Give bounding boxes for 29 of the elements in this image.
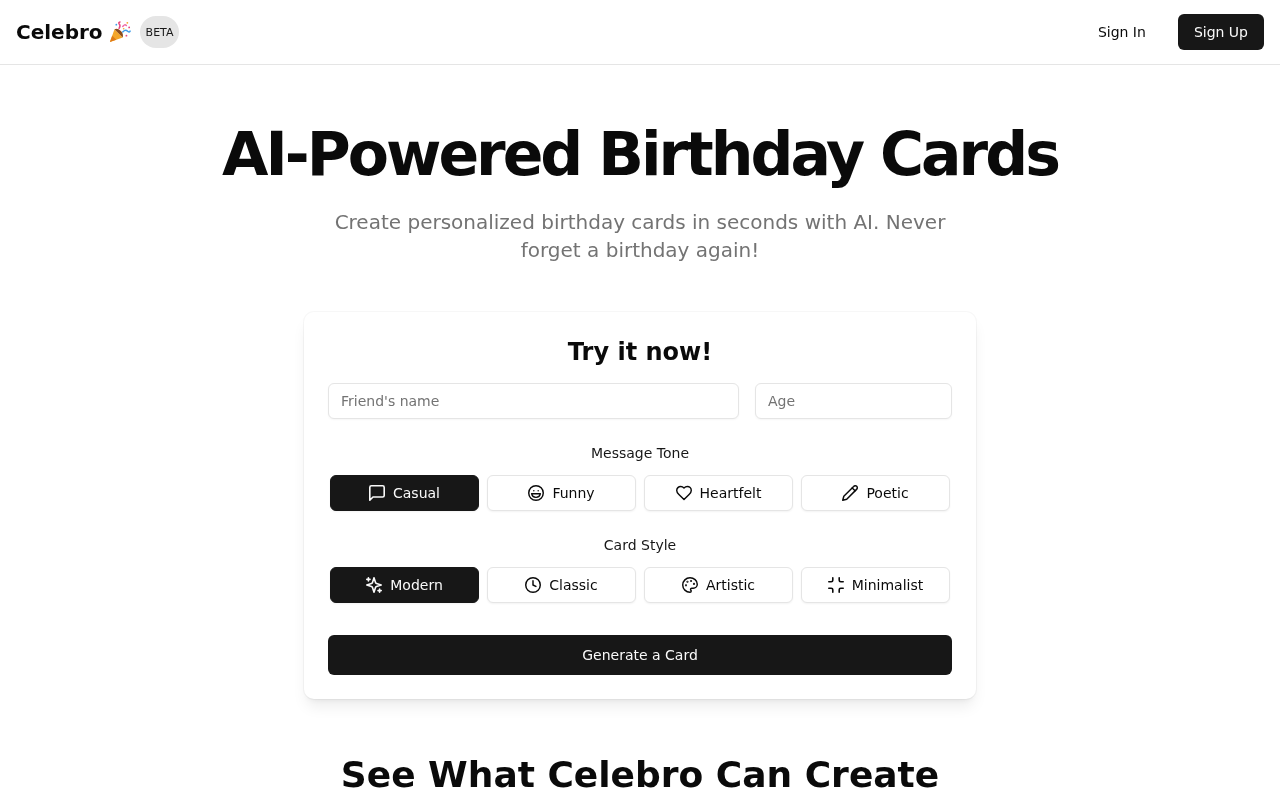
option-button[interactable]: Classic [487,567,636,603]
option-button[interactable]: Artistic [644,567,793,603]
sign-up-button[interactable]: Sign Up [1177,14,1264,50]
style-label: Card Style [602,536,678,555]
speech-bubble-icon [369,485,385,501]
logo-text: Celebro [16,19,103,46]
laughing-face-icon [528,485,545,501]
age-field[interactable]: Age [755,383,952,419]
card-title: Try it now! [566,337,714,368]
sparkles-icon [366,577,383,593]
hero-subtitle: Create personalized birthday cards in seconds with AI. Never forget a birthday again! [333,209,947,264]
heart-icon [675,485,692,501]
option-button[interactable]: Heartfelt [644,475,793,511]
option-button[interactable]: Funny [487,475,636,511]
option-button[interactable]: Minimalist [801,567,950,603]
clock-icon [525,577,542,593]
generate-button[interactable]: Generate a Card [328,635,952,675]
palette-icon [681,577,698,593]
option-button[interactable]: Casual [330,475,479,511]
sign-in-button[interactable]: Sign In [1081,14,1162,50]
section-heading: See What Celebro Can Create [340,757,940,793]
option-button[interactable]: Modern [330,567,479,603]
tone-label: Message Tone [589,444,690,463]
option-button[interactable]: Poetic [801,475,950,511]
pencil-icon [842,485,859,501]
inward-corners-icon [827,577,844,593]
party-popper-icon [108,21,131,43]
name-field[interactable]: Friend's name [328,383,739,419]
beta-badge: BETA [139,16,180,48]
